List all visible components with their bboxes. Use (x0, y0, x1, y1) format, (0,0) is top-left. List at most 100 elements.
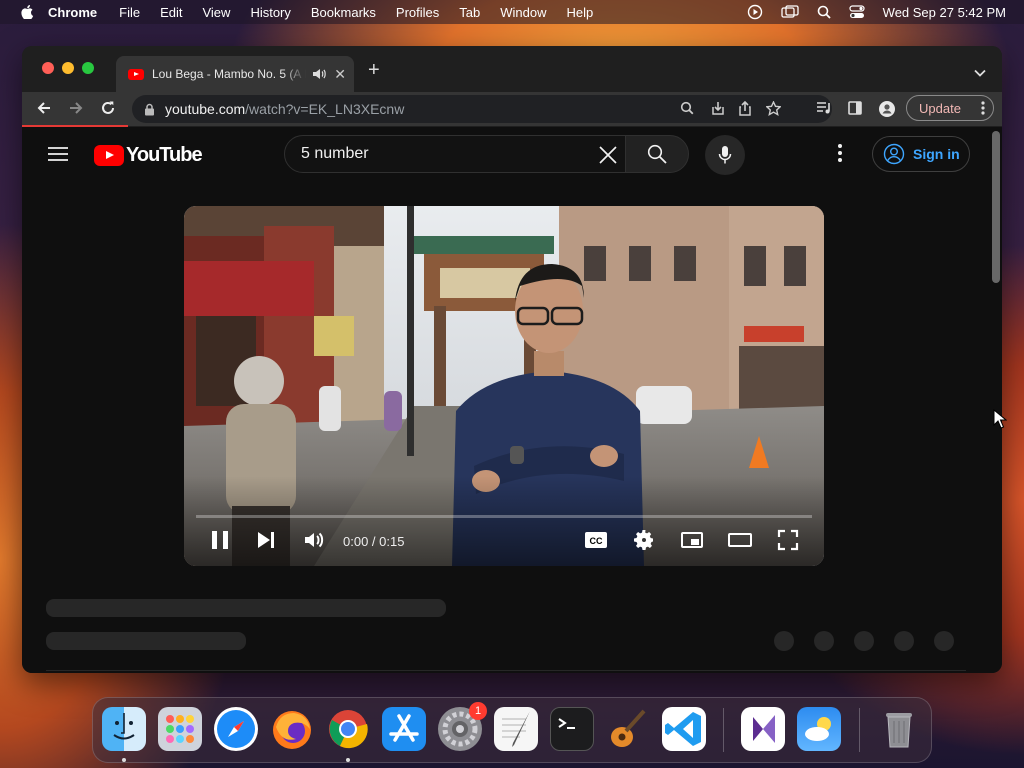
url-path: /watch?v=EK_LN3XEcnw (245, 101, 405, 117)
update-label: Update (919, 100, 961, 116)
theater-mode-icon[interactable] (728, 528, 752, 552)
page-scrollbar[interactable] (992, 131, 1000, 283)
dock-safari[interactable] (214, 707, 258, 751)
media-controls-icon[interactable] (816, 101, 832, 115)
firefox-icon (273, 711, 311, 749)
menu-tab[interactable]: Tab (459, 5, 480, 20)
menu-bar: Chrome File Edit View History Bookmarks … (0, 0, 1024, 24)
menu-edit[interactable]: Edit (160, 5, 182, 20)
chrome-window: Lou Bega - Mambo No. 5 (A Little Bit of.… (22, 46, 1002, 673)
install-app-icon[interactable] (710, 101, 726, 116)
notification-badge: 1 (469, 702, 487, 720)
tab-close-icon[interactable]: ✕ (334, 66, 346, 83)
dock-app-store[interactable] (382, 707, 426, 751)
dock-garageband[interactable] (606, 707, 650, 751)
pause-icon[interactable] (208, 528, 232, 552)
back-arrow-icon[interactable] (36, 100, 52, 116)
tab-audio-playing-icon[interactable] (312, 68, 327, 80)
guitar-icon (611, 709, 646, 747)
youtube-logo-text: YouTube (126, 144, 203, 166)
address-bar[interactable]: youtube.com/watch?v=EK_LN3XEcnw (132, 95, 832, 123)
settings-more-icon[interactable] (838, 144, 842, 162)
hamburger-menu-icon[interactable] (48, 147, 68, 161)
action-skeleton-dot (774, 631, 794, 651)
dock-chrome[interactable] (326, 707, 370, 762)
zoom-search-icon[interactable] (680, 101, 694, 115)
window-minimize-button[interactable] (62, 62, 74, 74)
spotlight-search-icon[interactable] (817, 5, 831, 19)
control-center-icon[interactable] (849, 5, 865, 19)
reload-icon[interactable] (100, 100, 116, 116)
menu-file[interactable]: File (119, 5, 140, 20)
forward-arrow-icon[interactable] (68, 100, 84, 116)
youtube-page: YouTube 5 number Sign in 0:00 / 0:15 CC (22, 127, 1002, 673)
trash-can-icon (886, 713, 912, 748)
launchpad-grid-icon (166, 715, 194, 743)
menu-bookmarks[interactable]: Bookmarks (311, 5, 376, 20)
menu-app-name[interactable]: Chrome (48, 5, 97, 20)
search-input[interactable]: 5 number (284, 135, 626, 173)
search-query-text: 5 number (301, 145, 369, 162)
bookmark-star-icon[interactable] (766, 101, 781, 116)
window-zoom-button[interactable] (82, 62, 94, 74)
apple-icon[interactable] (20, 5, 34, 19)
now-playing-icon[interactable] (747, 4, 763, 20)
finder-icon (113, 713, 135, 740)
menu-view[interactable]: View (202, 5, 230, 20)
weather-cloud-sun-icon (805, 717, 831, 741)
update-button[interactable]: Update (906, 95, 994, 121)
microphone-icon (718, 146, 732, 164)
terminal-prompt-icon (558, 718, 575, 729)
youtube-play-logo-icon (94, 145, 124, 166)
action-skeleton-dot (934, 631, 954, 651)
browser-tab-active[interactable]: Lou Bega - Mambo No. 5 (A Little Bit of.… (116, 56, 354, 92)
share-icon[interactable] (738, 101, 752, 116)
dock-launchpad[interactable] (158, 707, 202, 751)
site-lock-icon[interactable] (144, 103, 155, 116)
menu-profiles[interactable]: Profiles (396, 5, 439, 20)
dock-finder[interactable] (102, 707, 146, 762)
search-button[interactable] (625, 135, 689, 173)
dock: 1 (92, 697, 932, 763)
app-store-icon (389, 714, 419, 742)
video-player[interactable]: 0:00 / 0:15 CC (184, 206, 824, 566)
sign-in-label: Sign in (913, 146, 960, 162)
dock-system-settings[interactable]: 1 (438, 702, 487, 751)
profile-avatar-icon[interactable] (879, 101, 895, 117)
dock-textedit[interactable] (494, 707, 538, 751)
dock-terminal[interactable] (550, 707, 594, 751)
menu-clock[interactable]: Wed Sep 27 5:42 PM (883, 5, 1006, 20)
dock-weather[interactable] (797, 707, 841, 751)
dock-visual-studio[interactable] (741, 707, 785, 751)
video-time-display: 0:00 / 0:15 (343, 534, 405, 549)
volume-icon[interactable] (302, 528, 326, 552)
dock-trash[interactable] (877, 707, 921, 751)
side-panel-icon[interactable] (848, 101, 862, 115)
screen-mirroring-icon[interactable] (781, 5, 799, 19)
next-track-icon[interactable] (254, 528, 278, 552)
window-close-button[interactable] (42, 62, 54, 74)
running-indicator (122, 758, 126, 762)
dock-firefox[interactable] (270, 707, 314, 751)
action-skeleton-dot (814, 631, 834, 651)
video-progress-bar[interactable] (196, 515, 812, 518)
fullscreen-icon[interactable] (776, 528, 800, 552)
action-skeleton-dot (894, 631, 914, 651)
chrome-menu-dots-icon[interactable] (981, 101, 985, 115)
mouse-pointer-icon (993, 409, 1007, 429)
action-skeleton-dot (854, 631, 874, 651)
safari-compass-icon (217, 710, 255, 748)
settings-gear-icon[interactable] (632, 528, 656, 552)
sign-in-button[interactable]: Sign in (872, 136, 970, 172)
miniplayer-icon[interactable] (680, 528, 704, 552)
menu-history[interactable]: History (250, 5, 290, 20)
new-tab-button[interactable]: + (368, 60, 380, 80)
dock-vscode[interactable] (662, 707, 706, 751)
youtube-logo[interactable]: YouTube (94, 144, 203, 167)
voice-search-button[interactable] (705, 135, 745, 175)
menu-help[interactable]: Help (567, 5, 594, 20)
menu-window[interactable]: Window (500, 5, 546, 20)
tab-search-chevron-icon[interactable] (974, 64, 986, 82)
clear-search-icon[interactable] (597, 144, 619, 166)
closed-captions-icon[interactable]: CC (584, 528, 608, 552)
